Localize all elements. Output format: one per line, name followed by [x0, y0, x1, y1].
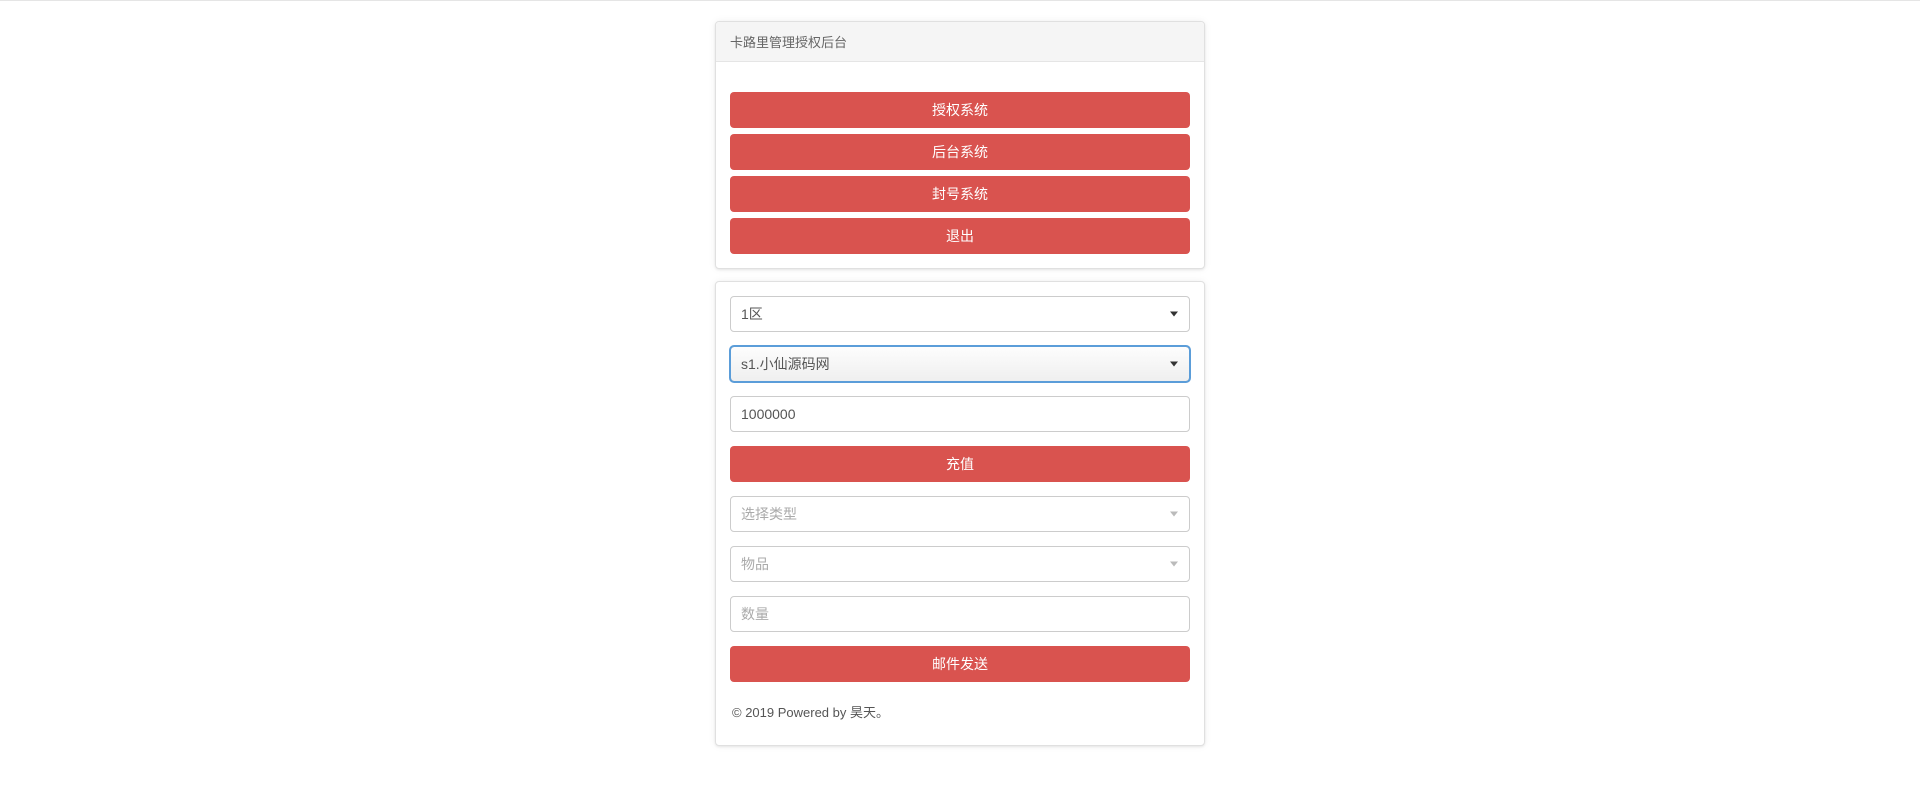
type-select[interactable]: 选择类型: [730, 496, 1190, 532]
item-select[interactable]: 物品: [730, 546, 1190, 582]
ban-system-button[interactable]: 封号系统: [730, 176, 1190, 212]
type-select-placeholder: 选择类型: [730, 496, 1190, 532]
quantity-input[interactable]: [730, 596, 1190, 632]
form-panel: 1区 s1.小仙源码网 充值: [715, 281, 1205, 746]
mail-send-button[interactable]: 邮件发送: [730, 646, 1190, 682]
server-select-value: s1.小仙源码网: [730, 346, 1190, 382]
amount-input[interactable]: [730, 396, 1190, 432]
recharge-button[interactable]: 充值: [730, 446, 1190, 482]
backend-system-button[interactable]: 后台系统: [730, 134, 1190, 170]
item-select-placeholder: 物品: [730, 546, 1190, 582]
form-body: 1区 s1.小仙源码网 充值: [716, 282, 1204, 745]
logout-button[interactable]: 退出: [730, 218, 1190, 254]
region-select[interactable]: 1区: [730, 296, 1190, 332]
server-select[interactable]: s1.小仙源码网: [730, 346, 1190, 382]
nav-body: 授权系统 后台系统 封号系统 退出: [716, 62, 1204, 268]
panel-title: 卡路里管理授权后台: [716, 22, 1204, 62]
auth-system-button[interactable]: 授权系统: [730, 92, 1190, 128]
region-select-value: 1区: [730, 296, 1190, 332]
footer-text: © 2019 Powered by 昊天。: [730, 696, 1190, 731]
nav-panel: 卡路里管理授权后台 授权系统 后台系统 封号系统 退出: [715, 21, 1205, 269]
